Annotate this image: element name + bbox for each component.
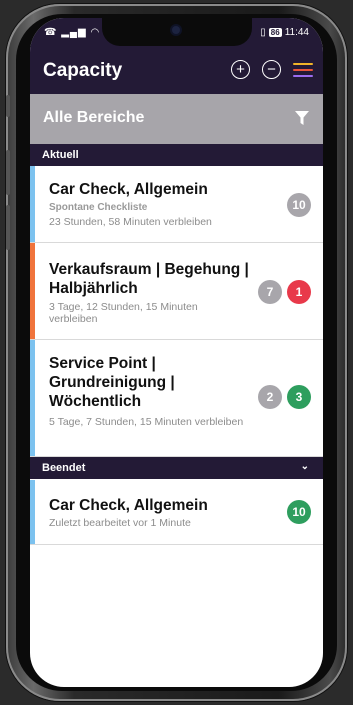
phone-side-button xyxy=(6,205,10,250)
chevron-down-icon[interactable]: ⌄ xyxy=(301,461,309,472)
filter-icon[interactable] xyxy=(295,111,309,130)
count-badge: 7 xyxy=(258,280,282,304)
status-stripe xyxy=(30,166,35,242)
status-stripe xyxy=(30,480,35,544)
vibrate-icon: ▯ xyxy=(260,27,266,38)
section-header-finished[interactable]: Beendet ⌄ xyxy=(30,457,323,479)
app-screen: ☎ ▂▄▆ ◠ ✱ ▯ 86 11:44 Capacity + − Alle B… xyxy=(30,18,323,687)
count-badge: 1 xyxy=(287,280,311,304)
task-title: Car Check, Allgemein xyxy=(49,497,208,514)
task-title: Service Point | Grundreinigung | Wöchent… xyxy=(49,355,175,410)
status-stripe xyxy=(30,340,35,456)
area-filter-bar[interactable]: Alle Bereiche xyxy=(30,94,323,144)
battery-icon: 86 xyxy=(268,28,282,37)
task-time-remaining: 5 Tage, 7 Stunden, 15 Minuten verbleiben xyxy=(49,416,244,428)
badge-group: 10 xyxy=(287,193,311,217)
section-label: Aktuell xyxy=(42,149,79,161)
badge-group: 7 1 xyxy=(258,280,311,304)
badge-group: 2 3 xyxy=(258,385,311,409)
plus-circle-icon[interactable]: + xyxy=(231,60,250,79)
phone-side-button xyxy=(6,150,10,195)
count-badge: 3 xyxy=(287,385,311,409)
area-filter-label: Alle Bereiche xyxy=(43,109,145,126)
menu-line xyxy=(293,74,313,77)
status-right: ▯ 86 11:44 xyxy=(260,27,309,38)
count-badge: 10 xyxy=(287,500,311,524)
app-header: Capacity + − xyxy=(30,50,323,94)
phone-side-button xyxy=(6,95,10,117)
task-last-edited: Zuletzt bearbeitet vor 1 Minute xyxy=(49,517,191,529)
header-actions: + − xyxy=(231,60,313,79)
badge-group: 10 xyxy=(287,500,311,524)
task-title: Car Check, Allgemein xyxy=(49,181,208,198)
camera-icon xyxy=(172,26,180,34)
task-card[interactable]: Car Check, Allgemein Spontane Checkliste… xyxy=(30,166,323,243)
task-title: Verkaufsraum | Begehung | Halbjährlich xyxy=(49,261,249,297)
task-card-finished[interactable]: Car Check, Allgemein Zuletzt bearbeitet … xyxy=(30,480,323,545)
status-time: 11:44 xyxy=(284,27,309,38)
task-time-remaining: 23 Stunden, 58 Minuten verbleiben xyxy=(49,216,212,228)
count-badge: 10 xyxy=(287,193,311,217)
menu-line xyxy=(293,62,313,65)
count-badge: 2 xyxy=(258,385,282,409)
app-title: Capacity xyxy=(43,60,123,81)
task-card[interactable]: Service Point | Grundreinigung | Wöchent… xyxy=(30,340,323,457)
section-label: Beendet xyxy=(42,462,86,474)
hamburger-menu-icon[interactable] xyxy=(293,62,313,77)
status-stripe xyxy=(30,243,35,339)
menu-line xyxy=(293,68,313,71)
minus-circle-icon[interactable]: − xyxy=(262,60,281,79)
section-header-current: Aktuell xyxy=(30,144,323,166)
task-subtitle: Spontane Checkliste xyxy=(49,202,148,213)
task-time-remaining: 3 Tage, 12 Stunden, 15 Minuten verbleibe… xyxy=(49,301,198,325)
task-card[interactable]: Verkaufsraum | Begehung | Halbjährlich 3… xyxy=(30,243,323,340)
